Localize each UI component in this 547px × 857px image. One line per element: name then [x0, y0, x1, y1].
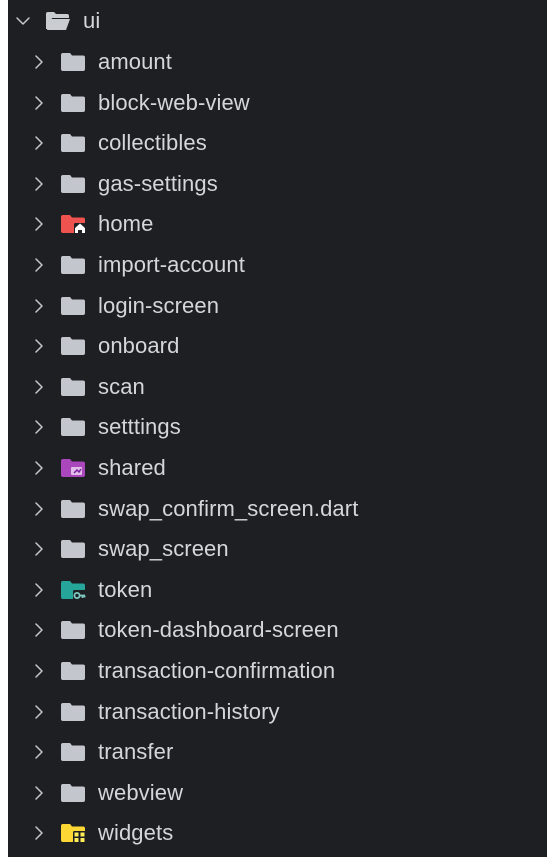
chevron-right-icon[interactable] [31, 216, 47, 232]
tree-item-transfer[interactable]: transfer [8, 732, 547, 772]
folder-icon [60, 661, 86, 681]
chevron-right-icon[interactable] [31, 176, 47, 192]
chevron-right-icon[interactable] [31, 582, 47, 598]
folder-shared-icon [60, 458, 86, 478]
folder-icon [60, 296, 86, 316]
chevron-right-icon[interactable] [31, 541, 47, 557]
chevron-right-icon[interactable] [31, 622, 47, 638]
tree-item-block-web-view[interactable]: block-web-view [8, 83, 547, 123]
tree-item-label: onboard [98, 333, 180, 359]
tree-root-folder-ui[interactable]: ui [8, 0, 547, 42]
chevron-right-icon[interactable] [31, 257, 47, 273]
tree-item-label: shared [98, 455, 166, 480]
tree-item-gas-settings[interactable]: gas-settings [8, 164, 547, 204]
tree-item-widgets[interactable]: widgets [8, 813, 547, 853]
folder-icon [60, 702, 86, 722]
chevron-right-icon[interactable] [31, 744, 47, 760]
file-explorer-panel: ui amount block-web-view collectibles gas-s… [8, 0, 547, 857]
chevron-right-icon[interactable] [31, 663, 47, 679]
folder-token-icon [60, 580, 86, 600]
tree-item-webview[interactable]: webview [8, 773, 547, 813]
tree-item-label: transfer [98, 739, 174, 765]
chevron-right-icon[interactable] [31, 785, 47, 801]
chevron-right-icon[interactable] [31, 460, 47, 476]
tree-item-collectibles[interactable]: collectibles [8, 123, 547, 163]
tree-item-label: amount [98, 49, 172, 74]
folder-icon [60, 133, 86, 153]
folder-icon [60, 377, 86, 397]
tree-item-setttings[interactable]: setttings [8, 407, 547, 447]
folder-open-icon [45, 11, 71, 31]
folder-icon [60, 620, 86, 640]
tree-item-label: webview [98, 779, 184, 805]
tree-item-token-dashboard-screen[interactable]: token-dashboard-screen [8, 610, 547, 650]
tree-item-transaction-confirmation[interactable]: transaction-confirmation [8, 651, 547, 691]
tree-item-home[interactable]: home [8, 204, 547, 244]
chevron-right-icon[interactable] [31, 298, 47, 314]
folder-icon [60, 417, 86, 437]
folder-icon [60, 174, 86, 194]
tree-item-label: collectibles [98, 130, 207, 156]
folder-icon [60, 336, 86, 356]
chevron-right-icon[interactable] [31, 338, 47, 354]
tree-item-label: setttings [98, 414, 181, 440]
tree-item-onboard[interactable]: onboard [8, 326, 547, 366]
folder-icon [60, 499, 86, 519]
folder-home-icon [60, 214, 86, 235]
chevron-right-icon[interactable] [31, 54, 47, 70]
chevron-right-icon[interactable] [31, 379, 47, 395]
tree-item-label: import-account [98, 252, 245, 277]
folder-icon [60, 783, 86, 803]
folder-icon [60, 255, 86, 275]
folder-icon [60, 539, 86, 559]
chevron-right-icon[interactable] [31, 704, 47, 720]
tree-item-transaction-history[interactable]: transaction-history [8, 692, 547, 732]
tree-item-label: token [98, 576, 153, 602]
chevron-right-icon[interactable] [31, 95, 47, 111]
tree-item-label: swap_confirm_screen.dart [98, 495, 359, 521]
tree-item-token[interactable]: token [8, 570, 547, 610]
chevron-down-icon[interactable] [15, 13, 31, 29]
tree-item-label: ui [83, 8, 101, 33]
tree-item-label: login-screen [98, 292, 220, 318]
folder-widgets-icon [60, 823, 86, 844]
tree-item-amount[interactable]: amount [8, 42, 547, 82]
chevron-right-icon[interactable] [31, 419, 47, 435]
tree-item-shared[interactable]: shared [8, 448, 547, 488]
tree-item-label: home [98, 211, 154, 237]
tree-item-label: token-dashboard-screen [98, 617, 339, 643]
tree-item-label: scan [98, 373, 145, 399]
tree-item-label: block-web-view [98, 89, 250, 115]
folder-icon [60, 52, 86, 72]
tree-item-import-account[interactable]: import-account [8, 245, 547, 285]
folder-icon [60, 742, 86, 762]
chevron-right-icon[interactable] [31, 825, 47, 841]
tree-item-label: gas-settings [98, 170, 218, 196]
tree-item-swap-confirm-screen-dart[interactable]: swap_confirm_screen.dart [8, 489, 547, 529]
tree-item-label: swap_screen [98, 536, 229, 562]
tree-item-label: transaction-history [98, 698, 280, 724]
tree-item-label: transaction-confirmation [98, 658, 336, 683]
tree-item-swap-screen[interactable]: swap_screen [8, 529, 547, 569]
chevron-right-icon[interactable] [31, 501, 47, 517]
tree-item-label: widgets [98, 820, 174, 846]
folder-icon [60, 93, 86, 113]
tree-item-scan[interactable]: scan [8, 367, 547, 407]
chevron-right-icon[interactable] [31, 135, 47, 151]
tree-item-login-screen[interactable]: login-screen [8, 286, 547, 326]
